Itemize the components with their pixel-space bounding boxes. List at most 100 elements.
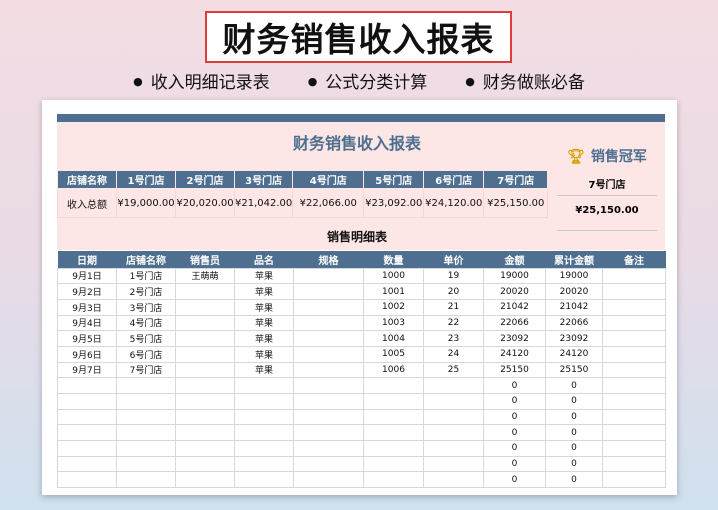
table-cell[interactable]: 1001 xyxy=(363,283,424,300)
table-cell[interactable] xyxy=(363,440,424,457)
table-cell[interactable] xyxy=(175,361,235,379)
column-header[interactable]: 备注 xyxy=(602,251,666,268)
table-cell[interactable]: 9月2日 xyxy=(57,283,117,300)
table-cell[interactable]: 苹果 xyxy=(234,361,294,379)
table-cell[interactable] xyxy=(116,424,176,442)
table-cell[interactable]: 1号门店 xyxy=(116,267,176,285)
table-cell[interactable] xyxy=(293,393,364,410)
table-cell[interactable]: 苹果 xyxy=(234,267,294,285)
table-cell[interactable]: 1000 xyxy=(363,267,424,285)
table-cell[interactable]: 3号门店 xyxy=(116,298,176,316)
table-cell[interactable] xyxy=(175,377,235,394)
table-cell[interactable]: 9月5日 xyxy=(57,330,117,347)
table-cell[interactable]: 0 xyxy=(483,408,546,426)
table-cell[interactable] xyxy=(116,455,176,473)
table-cell[interactable] xyxy=(234,408,294,426)
table-cell[interactable] xyxy=(293,298,364,316)
table-cell[interactable] xyxy=(293,345,364,363)
table-cell[interactable] xyxy=(363,455,424,473)
table-cell[interactable] xyxy=(57,424,117,442)
column-header[interactable]: 规格 xyxy=(293,251,364,268)
summary-value-cell[interactable]: 收入总额 xyxy=(57,188,117,218)
table-cell[interactable]: 22 xyxy=(423,314,484,332)
table-cell[interactable]: 0 xyxy=(545,455,603,473)
column-header[interactable]: 数量 xyxy=(363,251,424,268)
table-cell[interactable]: 0 xyxy=(483,393,546,410)
table-cell[interactable] xyxy=(602,298,666,316)
table-cell[interactable] xyxy=(234,393,294,410)
table-cell[interactable] xyxy=(293,377,364,394)
table-cell[interactable] xyxy=(293,440,364,457)
table-cell[interactable]: 0 xyxy=(483,471,546,489)
table-cell[interactable] xyxy=(234,377,294,394)
table-cell[interactable] xyxy=(293,314,364,332)
column-header[interactable]: 累计金额 xyxy=(545,251,603,268)
table-cell[interactable]: 24120 xyxy=(483,345,546,363)
table-cell[interactable] xyxy=(363,377,424,394)
table-cell[interactable]: 王萌萌 xyxy=(175,267,235,285)
table-cell[interactable] xyxy=(423,424,484,442)
table-cell[interactable] xyxy=(363,471,424,489)
table-cell[interactable] xyxy=(293,455,364,473)
table-cell[interactable]: 19000 xyxy=(545,267,603,285)
table-cell[interactable] xyxy=(602,408,666,426)
table-cell[interactable]: 7号门店 xyxy=(116,361,176,379)
table-cell[interactable] xyxy=(602,330,666,347)
table-cell[interactable] xyxy=(602,440,666,457)
table-cell[interactable] xyxy=(57,471,117,489)
table-cell[interactable] xyxy=(57,455,117,473)
table-cell[interactable]: 1002 xyxy=(363,298,424,316)
table-cell[interactable]: 20020 xyxy=(483,283,546,300)
table-cell[interactable] xyxy=(293,361,364,379)
table-cell[interactable] xyxy=(602,377,666,394)
table-cell[interactable] xyxy=(175,298,235,316)
table-cell[interactable] xyxy=(363,408,424,426)
table-cell[interactable] xyxy=(116,471,176,489)
table-cell[interactable] xyxy=(602,345,666,363)
column-header[interactable]: 日期 xyxy=(57,251,117,268)
table-cell[interactable]: 苹果 xyxy=(234,298,294,316)
table-cell[interactable]: 23092 xyxy=(545,330,603,347)
table-cell[interactable]: 苹果 xyxy=(234,283,294,300)
table-cell[interactable] xyxy=(293,424,364,442)
table-cell[interactable] xyxy=(234,471,294,489)
table-cell[interactable] xyxy=(57,393,117,410)
table-cell[interactable]: 6号门店 xyxy=(116,345,176,363)
table-cell[interactable]: 22066 xyxy=(545,314,603,332)
table-cell[interactable]: 0 xyxy=(545,377,603,394)
summary-value-cell[interactable]: ¥19,000.00 xyxy=(116,188,176,218)
table-cell[interactable]: 25 xyxy=(423,361,484,379)
table-cell[interactable] xyxy=(423,393,484,410)
table-cell[interactable] xyxy=(293,471,364,489)
table-cell[interactable] xyxy=(293,267,364,285)
table-cell[interactable]: 0 xyxy=(483,424,546,442)
column-header[interactable]: 店铺名称 xyxy=(116,251,176,268)
table-cell[interactable] xyxy=(175,440,235,457)
table-cell[interactable]: 22066 xyxy=(483,314,546,332)
table-cell[interactable] xyxy=(57,408,117,426)
summary-value-cell[interactable]: ¥23,092.00 xyxy=(363,188,425,218)
table-cell[interactable]: 0 xyxy=(545,471,603,489)
table-cell[interactable] xyxy=(175,345,235,363)
table-cell[interactable] xyxy=(363,393,424,410)
table-cell[interactable]: 9月3日 xyxy=(57,298,117,316)
table-cell[interactable]: 1006 xyxy=(363,361,424,379)
table-cell[interactable]: 9月1日 xyxy=(57,267,117,285)
table-cell[interactable]: 苹果 xyxy=(234,345,294,363)
table-cell[interactable] xyxy=(602,361,666,379)
table-cell[interactable] xyxy=(423,455,484,473)
table-cell[interactable]: 0 xyxy=(483,455,546,473)
table-cell[interactable]: 24120 xyxy=(545,345,603,363)
table-cell[interactable]: 20020 xyxy=(545,283,603,300)
table-cell[interactable] xyxy=(602,314,666,332)
table-cell[interactable]: 23 xyxy=(423,330,484,347)
table-cell[interactable] xyxy=(116,393,176,410)
table-cell[interactable] xyxy=(423,377,484,394)
table-cell[interactable]: 9月4日 xyxy=(57,314,117,332)
table-cell[interactable] xyxy=(175,314,235,332)
table-cell[interactable] xyxy=(57,377,117,394)
table-cell[interactable]: 21 xyxy=(423,298,484,316)
table-cell[interactable] xyxy=(175,424,235,442)
table-cell[interactable] xyxy=(234,440,294,457)
table-cell[interactable] xyxy=(363,424,424,442)
